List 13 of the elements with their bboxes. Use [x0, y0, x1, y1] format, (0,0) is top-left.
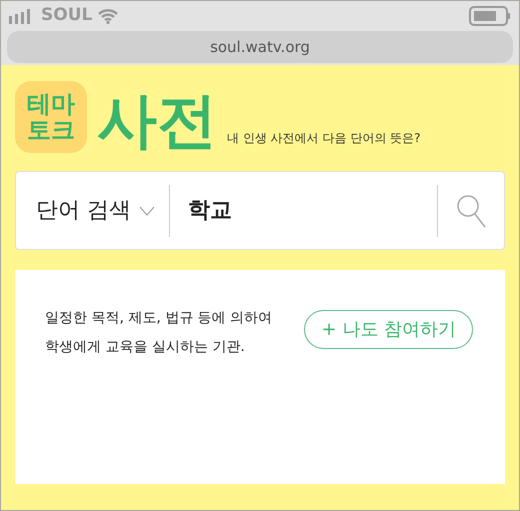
chevron-down-icon — [139, 206, 155, 216]
theme-talk-badge: 테마토크 — [15, 81, 87, 153]
definition-text: 일정한 목적, 제도, 법규 등에 의하여 — [45, 309, 272, 328]
address-bar[interactable]: soul.watv.org — [7, 31, 513, 63]
definition-text: 학생에게 교육을 실시하는 기관. — [45, 338, 246, 357]
wifi-icon — [98, 8, 118, 24]
carrier-name: SOUL — [41, 4, 92, 28]
search-icon — [456, 194, 486, 228]
battery-icon — [469, 6, 511, 26]
search-scope-dropdown[interactable]: 단어 검색 — [16, 194, 169, 227]
search-field[interactable]: 학교 — [170, 194, 437, 227]
subtitle: 내 인생 사전에서 다음 단어의 뜻은? — [227, 130, 420, 147]
dictionary-title: 사전 — [97, 91, 217, 151]
